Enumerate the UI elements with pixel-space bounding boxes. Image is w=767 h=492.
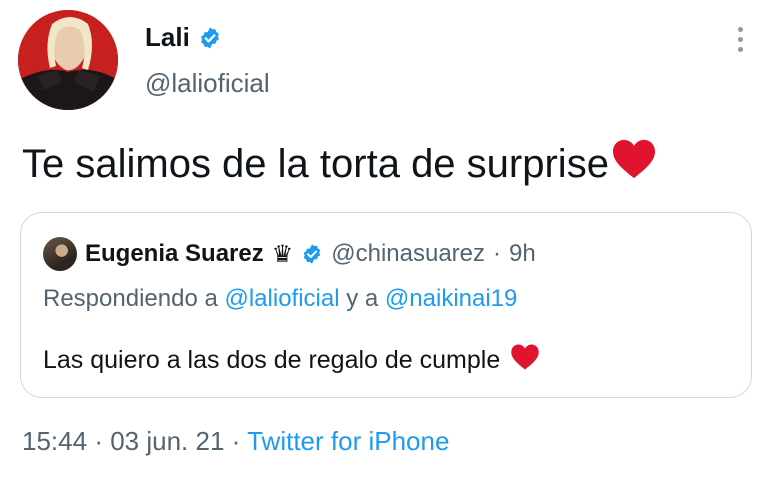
- mention-link[interactable]: @naikinai19: [385, 285, 517, 312]
- author-avatar[interactable]: [18, 10, 118, 110]
- separator-dot: ·: [493, 240, 502, 267]
- quoted-header: Eugenia Suarez ♛ @chinasuarez · 9h: [43, 237, 536, 271]
- quoted-author-avatar[interactable]: [43, 237, 77, 271]
- author-name-row: Lali: [145, 22, 222, 53]
- tweet-card: Lali @lalioficial Te salimos de la torta…: [0, 0, 767, 492]
- tweet-time[interactable]: 15:44: [22, 426, 87, 456]
- replying-to: Respondiendo a @lalioficial y a @naikina…: [43, 285, 517, 313]
- tweet-date[interactable]: 03 jun. 21: [110, 426, 224, 456]
- tweet-source-link[interactable]: Twitter for iPhone: [247, 426, 449, 456]
- verified-badge-icon: [198, 26, 222, 50]
- quoted-tweet[interactable]: Eugenia Suarez ♛ @chinasuarez · 9h Respo…: [20, 212, 752, 398]
- heart-emoji-icon: [510, 343, 540, 378]
- more-dot: [737, 46, 743, 52]
- author-name[interactable]: Lali: [145, 22, 190, 53]
- verified-badge-icon: [301, 243, 323, 265]
- quoted-author-name[interactable]: Eugenia Suarez: [85, 240, 264, 268]
- more-vertical-icon[interactable]: [728, 22, 752, 56]
- separator-dot: ·: [94, 426, 103, 456]
- tweet-text-content: Te salimos de la torta de surprise: [22, 141, 609, 186]
- author-handle[interactable]: @lalioficial: [145, 68, 270, 99]
- more-dot: [737, 26, 743, 32]
- reply-prefix: Respondiendo a: [43, 285, 218, 312]
- quoted-text-content: Las quiero a las dos de regalo de cumple: [43, 346, 501, 374]
- heart-emoji-icon: [611, 138, 657, 190]
- quoted-author-handle[interactable]: @chinasuarez: [331, 240, 485, 268]
- quoted-timestamp[interactable]: 9h: [509, 240, 536, 268]
- tweet-text: Te salimos de la torta de surprise: [22, 138, 657, 190]
- reply-connector: y a: [346, 285, 379, 312]
- tweet-metadata: 15:44 · 03 jun. 21 · Twitter for iPhone: [22, 426, 449, 457]
- separator-dot: ·: [231, 426, 241, 456]
- mention-link[interactable]: @lalioficial: [224, 285, 339, 312]
- more-dot: [737, 36, 743, 42]
- quoted-text: Las quiero a las dos de regalo de cumple: [43, 343, 540, 378]
- avatar-image: [18, 10, 118, 110]
- crown-icon: ♛: [271, 240, 294, 268]
